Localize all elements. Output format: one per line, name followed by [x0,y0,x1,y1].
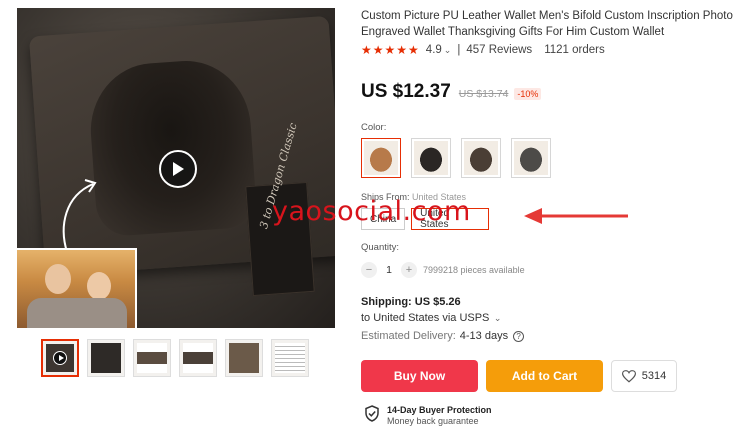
color-option-dark-brown[interactable] [461,138,501,178]
thumbnail-open-wallet[interactable] [133,339,171,377]
quantity-stepper: − 1 + 7999218 pieces available [361,262,525,278]
rating-row: ★★★★★ 4.9 ⌄ | 457 Reviews 1121 orders [361,43,605,57]
engraved-photo [86,56,258,238]
buy-now-button[interactable]: Buy Now [361,360,478,392]
thumbnail-image [137,343,167,373]
thumbnail-size-chart[interactable] [271,339,309,377]
rating-stars-icon: ★★★★★ [361,43,420,57]
discount-badge: -10% [514,88,542,100]
original-price: US $13.74 [458,88,509,100]
swatch-image [364,141,398,175]
rating-number: 4.9 [425,44,442,56]
ship-option-united-states[interactable]: United States [411,208,490,230]
current-price: US $12.37 [361,81,451,102]
delivery-label: Estimated Delivery: [361,330,456,342]
estimated-delivery: Estimated Delivery: 4-13 days ? [361,330,525,342]
thumbnail-image [275,343,305,373]
price-row: US $12.37 US $13.74 -10% [361,81,542,103]
red-arrow-annotation-icon [524,208,628,224]
product-title: Custom Picture PU Leather Wallet Men's B… [361,10,733,38]
play-icon [53,351,67,365]
divider: | [457,44,461,56]
protection-text: 14-Day Buyer Protection Money back guara… [387,405,492,426]
curved-arrow-icon [62,179,97,253]
delivery-days: 4-13 days [459,330,509,342]
ships-from-options: China United States [361,208,490,230]
thumbnail-image [91,343,121,373]
shipping-destination-text: to United States via USPS [361,312,490,324]
photo-face [45,264,71,294]
color-option-brown[interactable] [361,138,401,178]
thumbnail-wallet-cash[interactable] [225,339,263,377]
color-option-grey[interactable] [511,138,551,178]
play-icon [173,162,184,176]
thumbnail-video[interactable] [41,339,79,377]
couple-photo-inset [17,248,137,328]
quantity-increase-button[interactable]: + [401,262,417,278]
quantity-available: 7999218 pieces available [423,265,525,275]
orders-count: 1121 orders [544,44,605,56]
quantity-label: Quantity: [361,242,400,253]
wishlist-count: 5314 [641,370,667,382]
thumbnail-image [229,343,259,373]
play-video-button[interactable] [159,150,197,188]
quantity-decrease-button[interactable]: − [361,262,377,278]
swatch-image [514,141,548,175]
protection-subtitle: Money back guarantee [387,416,479,426]
thumbnail-image [183,343,213,373]
thumbnail-strip [41,339,309,377]
shipping-destination[interactable]: to United States via USPS ⌄ [361,312,501,324]
ships-from-label-text: Ships From: [361,192,410,202]
wishlist-button[interactable]: 5314 [611,360,677,392]
ships-from-label: Ships From: United States [361,192,466,202]
rating-value[interactable]: 4.9 ⌄ [426,44,452,56]
thumbnail-black-wallet[interactable] [87,339,125,377]
main-product-image[interactable]: 3 to Dragon Classic [17,8,335,328]
swatch-image [414,141,448,175]
ships-from-value: United States [412,192,467,202]
ship-option-china[interactable]: China [361,208,406,230]
photo-scarf [27,298,127,328]
wallet-leather-tag: 3 to Dragon Classic [245,121,315,297]
shipping-cost: Shipping: US $5.26 [361,296,461,308]
question-icon[interactable]: ? [513,330,525,342]
thumbnail-open-wallet-2[interactable] [179,339,217,377]
chevron-down-icon: ⌄ [443,45,452,55]
heart-icon [621,369,636,383]
color-swatches [361,138,551,178]
protection-title: 14-Day Buyer Protection [387,405,492,415]
add-to-cart-button[interactable]: Add to Cart [486,360,603,392]
swatch-image [464,141,498,175]
color-option-black[interactable] [411,138,451,178]
quantity-input[interactable]: 1 [377,264,401,276]
chevron-down-icon: ⌄ [491,313,502,323]
reviews-link[interactable]: 457 Reviews [466,44,532,56]
shield-check-icon [365,405,379,422]
photo-face [87,272,111,300]
color-label: Color: [361,122,387,133]
buyer-protection: 14-Day Buyer Protection Money back guara… [365,405,492,426]
